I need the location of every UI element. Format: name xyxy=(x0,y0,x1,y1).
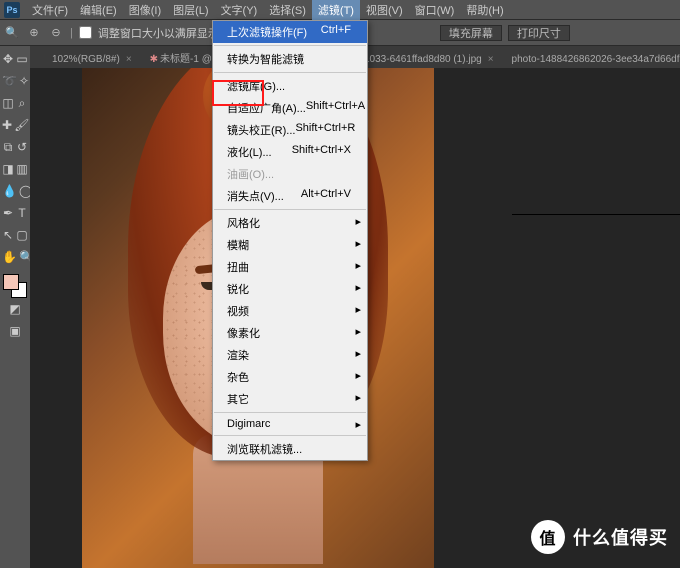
menu-noise[interactable]: 杂色▸ xyxy=(213,366,367,388)
chevron-right-icon: ▸ xyxy=(355,391,361,404)
zoom-out-icon[interactable]: ⊖ xyxy=(48,25,64,41)
wand-tool-icon[interactable]: ✧ xyxy=(19,71,29,91)
chevron-right-icon: ▸ xyxy=(355,418,361,431)
blur-tool-icon[interactable]: 💧 xyxy=(2,181,17,201)
chevron-right-icon: ▸ xyxy=(355,347,361,360)
menu-vanishing-point[interactable]: 消失点(V)...Alt+Ctrl+V xyxy=(213,185,367,207)
watermark-text: 什么值得买 xyxy=(573,524,668,550)
menu-convert-smart[interactable]: 转换为智能滤镜 xyxy=(213,48,367,70)
chevron-right-icon: ▸ xyxy=(355,303,361,316)
menu-lens-correction[interactable]: 镜头校正(R)...Shift+Ctrl+R xyxy=(213,119,367,141)
panel-separator xyxy=(512,214,680,215)
history-brush-icon[interactable]: ↺ xyxy=(16,137,28,157)
quickmask-icon[interactable]: ◩ xyxy=(5,299,25,319)
chevron-right-icon: ▸ xyxy=(355,281,361,294)
zoom-tool-icon[interactable]: 🔍 xyxy=(4,25,20,41)
menu-blur[interactable]: 模糊▸ xyxy=(213,234,367,256)
watermark-icon: 值 xyxy=(531,520,565,554)
menu-filter[interactable]: 滤镜(T) xyxy=(312,0,360,20)
close-icon[interactable]: × xyxy=(126,54,132,65)
zoom-in-icon[interactable]: ⊕ xyxy=(26,25,42,41)
resize-window-checkbox[interactable] xyxy=(79,26,92,39)
fill-screen-button[interactable]: 填充屏幕 xyxy=(440,25,502,41)
menubar: Ps 文件(F) 编辑(E) 图像(I) 图层(L) 文字(Y) 选择(S) 滤… xyxy=(0,0,680,20)
annotation-highlight xyxy=(212,80,264,106)
lasso-tool-icon[interactable]: ➰ xyxy=(2,71,17,91)
hand-tool-icon[interactable]: ✋ xyxy=(2,247,17,267)
menu-last-filter[interactable]: 上次滤镜操作(F)Ctrl+F xyxy=(213,21,367,43)
menu-render[interactable]: 渲染▸ xyxy=(213,344,367,366)
marquee-tool-icon[interactable]: ▭ xyxy=(16,49,28,69)
chevron-right-icon: ▸ xyxy=(355,259,361,272)
menu-sharpen[interactable]: 锐化▸ xyxy=(213,278,367,300)
app-logo: Ps xyxy=(4,2,20,18)
menu-view[interactable]: 视图(V) xyxy=(360,0,409,20)
menu-edit[interactable]: 编辑(E) xyxy=(74,0,123,20)
chevron-right-icon: ▸ xyxy=(355,215,361,228)
menu-pixelate[interactable]: 像素化▸ xyxy=(213,322,367,344)
chevron-right-icon: ▸ xyxy=(355,369,361,382)
print-size-button[interactable]: 打印尺寸 xyxy=(508,25,570,41)
menu-select[interactable]: 选择(S) xyxy=(263,0,312,20)
menu-digimarc[interactable]: Digimarc▸ xyxy=(213,415,367,433)
crop-tool-icon[interactable]: ◫ xyxy=(2,93,14,113)
menu-liquify[interactable]: 液化(L)...Shift+Ctrl+X xyxy=(213,141,367,163)
menu-type[interactable]: 文字(Y) xyxy=(215,0,264,20)
menu-browse-online[interactable]: 浏览联机滤镜... xyxy=(213,438,367,460)
menu-image[interactable]: 图像(I) xyxy=(123,0,167,20)
shape-tool-icon[interactable]: ▢ xyxy=(16,225,28,245)
stamp-tool-icon[interactable]: ⧉ xyxy=(2,137,14,157)
path-tool-icon[interactable]: ↖ xyxy=(2,225,14,245)
type-tool-icon[interactable]: T xyxy=(16,203,28,223)
menu-stylize[interactable]: 风格化▸ xyxy=(213,212,367,234)
toolbox: ✥▭ ➰✧ ◫⌕ ✚🖌 ⧉↺ ◨▥ 💧◯ ✒T ↖▢ ✋🔍 ◩ ▣ xyxy=(0,46,30,344)
eyedropper-tool-icon[interactable]: ⌕ xyxy=(16,93,28,113)
close-icon[interactable]: × xyxy=(488,54,494,65)
menu-video[interactable]: 视频▸ xyxy=(213,300,367,322)
menu-other[interactable]: 其它▸ xyxy=(213,388,367,410)
chevron-right-icon: ▸ xyxy=(355,237,361,250)
pen-tool-icon[interactable]: ✒ xyxy=(2,203,14,223)
gradient-tool-icon[interactable]: ▥ xyxy=(16,159,28,179)
screenmode-icon[interactable]: ▣ xyxy=(5,321,25,341)
watermark: 值 什么值得买 xyxy=(531,520,668,554)
move-tool-icon[interactable]: ✥ xyxy=(2,49,14,69)
menu-window[interactable]: 窗口(W) xyxy=(409,0,461,20)
heal-tool-icon[interactable]: ✚ xyxy=(2,115,12,135)
tab-doc-0[interactable]: 102%(RGB/8#)× xyxy=(44,51,140,68)
menu-oil-paint[interactable]: 油画(O)... xyxy=(213,163,367,185)
color-swatch[interactable] xyxy=(3,274,27,298)
menu-help[interactable]: 帮助(H) xyxy=(460,0,509,20)
eraser-tool-icon[interactable]: ◨ xyxy=(2,159,14,179)
menu-layer[interactable]: 图层(L) xyxy=(167,0,214,20)
resize-window-label: 调整窗口大小以满屏显示 xyxy=(98,25,219,41)
menu-file[interactable]: 文件(F) xyxy=(26,0,74,20)
brush-tool-icon[interactable]: 🖌 xyxy=(14,115,29,135)
menu-distort[interactable]: 扭曲▸ xyxy=(213,256,367,278)
tab-doc-3[interactable]: photo-1488426862026-3ee34a7d66df.jpg× xyxy=(504,51,680,68)
chevron-right-icon: ▸ xyxy=(355,325,361,338)
